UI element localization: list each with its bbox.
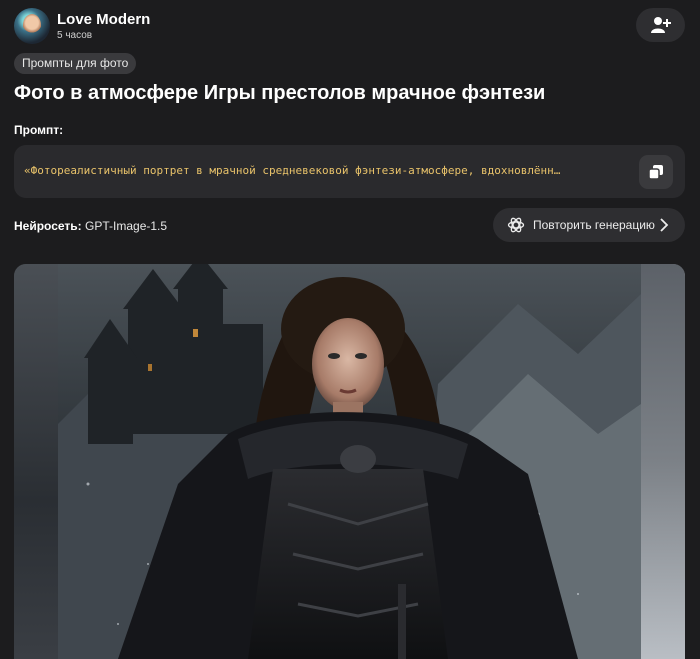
regenerate-label: Повторить генерацию: [533, 218, 655, 232]
category-tag[interactable]: Промпты для фото: [14, 53, 137, 74]
openai-icon: [507, 217, 525, 233]
follow-button[interactable]: [636, 8, 685, 42]
author-name[interactable]: Love Modern: [57, 11, 150, 28]
chevron-right-icon: [660, 218, 669, 232]
model-label: Нейросеть:: [14, 219, 82, 233]
copy-icon: [648, 165, 663, 180]
image-backdrop-right: [641, 264, 685, 659]
model-value: GPT-Image-1.5: [85, 219, 168, 233]
prompt-box: «Фотореалистичный портрет в мрачной сред…: [14, 145, 685, 198]
portrait-image: [58, 264, 641, 659]
image-backdrop-left: [14, 264, 58, 659]
prompt-text: «Фотореалистичный портрет в мрачной сред…: [24, 164, 561, 177]
post-time: 5 часов: [57, 30, 93, 41]
author-avatar[interactable]: [14, 8, 50, 44]
generated-image[interactable]: [14, 264, 685, 659]
prompt-label: Промпт:: [14, 123, 64, 137]
post-card: Love Modern 5 часов Промпты для фото Фот…: [0, 0, 700, 659]
model-info: Нейросеть: GPT-Image-1.5: [14, 219, 167, 233]
add-user-icon: [650, 17, 671, 33]
regenerate-button[interactable]: Повторить генерацию: [493, 208, 685, 242]
copy-button[interactable]: [639, 155, 673, 189]
post-title: Фото в атмосфере Игры престолов мрачное …: [14, 82, 546, 104]
